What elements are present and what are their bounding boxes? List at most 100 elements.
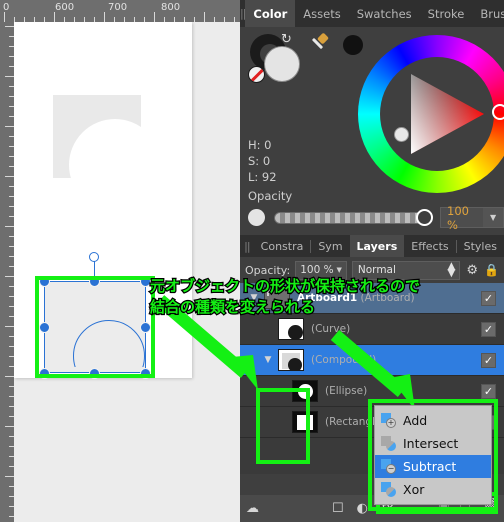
hsl-readout: H: 0 S: 0 L: 92 <box>248 137 277 185</box>
chevron-down-icon[interactable]: ▼ <box>483 208 503 227</box>
panel-grip-icon-2[interactable]: || <box>240 235 254 257</box>
saturation-triangle[interactable] <box>384 61 490 167</box>
ruler-tick <box>104 12 105 22</box>
opacity-field[interactable]: 100 % ▼ <box>440 204 504 232</box>
no-color-icon[interactable] <box>248 66 265 83</box>
boolean-operation-menu[interactable]: + Add Intersect − Subtract Xor <box>374 405 492 505</box>
tab-layers[interactable]: Layers <box>349 235 405 257</box>
ruler-tick <box>9 516 14 517</box>
ruler-tick <box>9 506 14 507</box>
opacity-slider-thumb[interactable] <box>416 209 433 226</box>
layer-row[interactable]: ▼ (Compound) ✓ <box>240 345 504 376</box>
boolean-intersect-icon <box>381 436 396 451</box>
ruler-tick <box>9 446 14 447</box>
boolean-xor-icon <box>381 482 396 497</box>
layer-visibility-checkbox[interactable]: ✓ <box>481 321 496 337</box>
layer-thumbnail <box>278 318 304 340</box>
opacity-slider-track[interactable] <box>274 212 424 224</box>
ruler-tick <box>9 416 14 417</box>
ruler-tick <box>5 76 14 77</box>
ruler-tick <box>9 166 14 167</box>
menu-item-xor[interactable]: Xor <box>375 478 491 501</box>
ruler-tick <box>94 17 95 22</box>
menu-item-add[interactable]: + Add <box>375 409 491 432</box>
tab-swatches-label: Swatches <box>356 6 412 21</box>
gear-icon[interactable]: ⚙ <box>466 263 478 278</box>
layer-row[interactable]: (Curve) ✓ <box>240 314 504 345</box>
tab-swatches[interactable]: Swatches <box>349 0 420 27</box>
canvas-surface[interactable] <box>14 22 240 522</box>
layer-opacity-value: 100 % <box>300 264 334 276</box>
opacity-row[interactable]: 100 % ▼ <box>248 204 504 232</box>
menu-item-intersect[interactable]: Intersect <box>375 432 491 455</box>
hue-marker[interactable] <box>492 104 504 120</box>
layer-visibility-checkbox[interactable]: ✓ <box>481 352 496 368</box>
layer-twirl-icon[interactable]: ▼ <box>258 355 278 365</box>
adjustment-icon[interactable]: ◐ <box>357 501 368 516</box>
rotation-handle[interactable] <box>89 252 99 262</box>
ruler-tick <box>9 456 14 457</box>
layer-visibility-checkbox[interactable]: ✓ <box>481 383 496 399</box>
menu-item-subtract[interactable]: − Subtract <box>375 455 491 478</box>
layer-row[interactable]: (Ellipse) ✓ <box>240 376 504 407</box>
ruler-tick <box>9 116 14 117</box>
tab-constraints[interactable]: Constra <box>254 235 311 257</box>
boolean-add-icon: + <box>381 413 396 428</box>
ruler-tick <box>9 56 14 57</box>
color-wheel[interactable] <box>358 35 504 193</box>
color-swatches[interactable]: ↻ <box>248 32 304 84</box>
ruler-tick <box>9 366 14 367</box>
layer-name: (Ellipse) <box>325 385 368 397</box>
spinner-icon[interactable]: ▲ ▼ <box>442 261 459 279</box>
ruler-tick <box>5 176 14 177</box>
ruler-tick <box>9 46 14 47</box>
swap-colors-icon[interactable]: ↻ <box>281 32 292 47</box>
color-tabbar: || Color Assets Swatches Stroke Brushes … <box>240 0 504 27</box>
ruler-tick <box>9 186 14 187</box>
subtract-notch <box>69 119 161 211</box>
ruler-tick <box>5 326 14 327</box>
saturation-marker[interactable] <box>394 127 409 142</box>
lock-icon[interactable]: 🔒 <box>484 263 499 277</box>
ruler-tick <box>34 17 35 22</box>
ruler-tick <box>84 17 85 22</box>
layer-name: (Curve) <box>311 323 351 335</box>
ruler-tick <box>184 17 185 22</box>
layer-thumbnail <box>278 349 304 371</box>
tab-color[interactable]: Color <box>245 0 296 27</box>
ruler-tick <box>124 17 125 22</box>
tab-symbols[interactable]: Sym <box>311 235 349 257</box>
menu-item-label: Add <box>403 413 428 428</box>
ruler-tick <box>144 17 145 22</box>
tab-assets[interactable]: Assets <box>295 0 348 27</box>
chevron-down-icon[interactable]: ▼ <box>337 266 346 274</box>
ruler-tick <box>234 17 235 22</box>
layer-thumbnail <box>292 380 318 402</box>
ruler-tick <box>14 17 15 22</box>
canvas-area[interactable]: 0 600 700 800 <box>0 0 240 522</box>
ruler-tick <box>154 12 155 22</box>
ruler-label: 0 <box>3 2 10 13</box>
blend-mode-value: Normal <box>357 264 396 276</box>
ruler-tick <box>164 17 165 22</box>
tab-effects[interactable]: Effects <box>404 235 455 257</box>
eyedropper-icon[interactable] <box>310 32 336 59</box>
selected-object[interactable] <box>35 252 155 382</box>
opacity-label: Opacity <box>248 189 293 203</box>
ruler-tick <box>9 346 14 347</box>
opacity-color-knob[interactable] <box>248 209 265 226</box>
tab-stroke[interactable]: Stroke <box>420 0 473 27</box>
ruler-tick <box>9 486 14 487</box>
tab-symbols-label: Sym <box>318 239 343 253</box>
fill-swatch[interactable] <box>264 46 300 82</box>
mask-icon[interactable]: ☐ <box>332 501 344 516</box>
layer-effects-icon[interactable]: ☁ <box>246 501 259 516</box>
ruler-tick <box>134 17 135 22</box>
ruler-tick <box>4 12 5 22</box>
ruler-tick <box>9 206 14 207</box>
tab-assets-label: Assets <box>303 6 341 21</box>
ruler-tick <box>9 136 14 137</box>
layer-visibility-checkbox[interactable]: ✓ <box>481 290 496 306</box>
tab-styles[interactable]: Styles <box>457 235 504 257</box>
tab-brushes[interactable]: Brushes <box>472 0 504 27</box>
